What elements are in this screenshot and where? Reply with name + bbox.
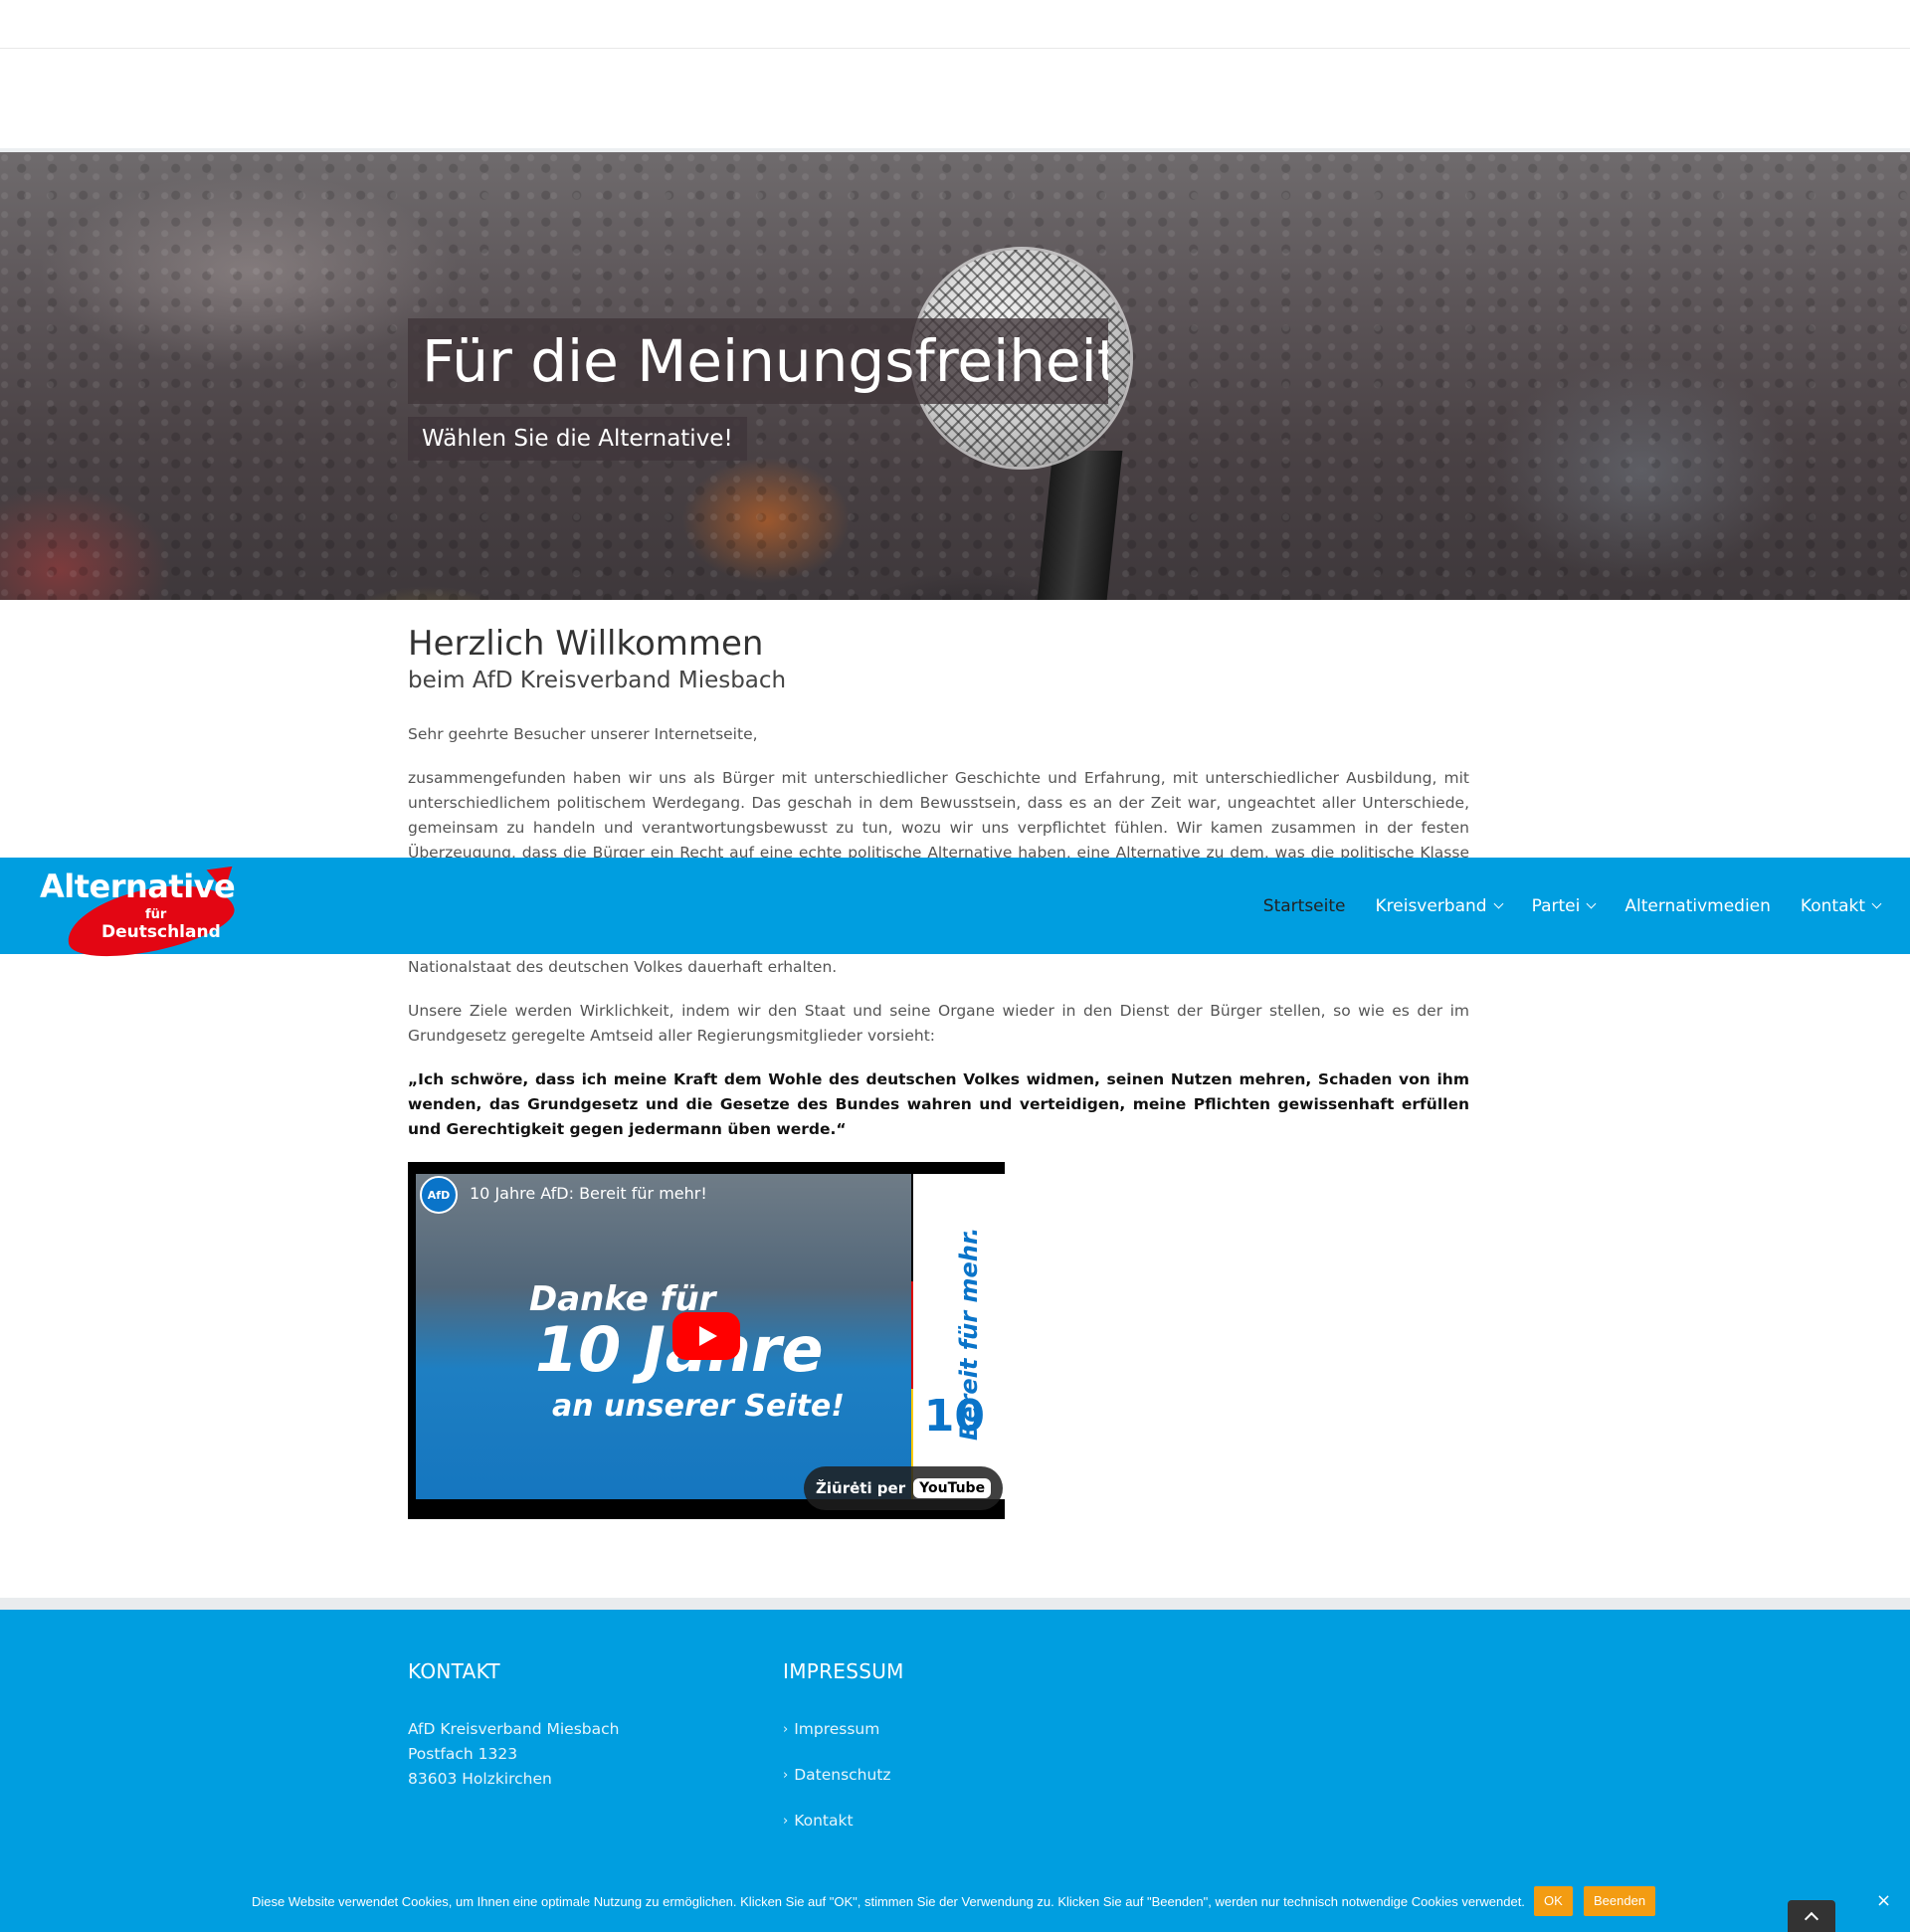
hero-subtitle: Wählen Sie die Alternative!: [408, 417, 747, 461]
paragraph-tail: Nationalstaat des deutschen Volkes dauer…: [408, 958, 838, 976]
chevron-down-icon: [1871, 898, 1882, 909]
share-button[interactable]: ➦ Bendrinti: [928, 1178, 983, 1216]
chevron-right-icon: ›: [783, 1768, 789, 1783]
chevron-right-icon: ›: [783, 1722, 789, 1737]
watch-on-label: Žiūrėti per: [816, 1479, 906, 1497]
main-menu: Startseite Kreisverband Partei Alternati…: [1263, 858, 1882, 954]
cookie-banner: Diese Website verwendet Cookies, um Ihne…: [0, 1870, 1910, 1932]
menu-item-kreisverband[interactable]: Kreisverband: [1375, 895, 1504, 916]
footer: KONTAKT AfD Kreisverband Miesbach Postfa…: [0, 1610, 1910, 1870]
footer-link-kontakt[interactable]: › Kontakt: [783, 1809, 904, 1834]
sticky-navbar: Alternative für Deutschland Startseite K…: [0, 856, 1910, 968]
top-bar: [0, 0, 1910, 49]
page-subheading: beim AfD Kreisverband Miesbach: [408, 668, 787, 693]
header-area: [0, 49, 1910, 152]
menu-label: Startseite: [1262, 895, 1346, 916]
close-icon[interactable]: ×: [1876, 1892, 1891, 1910]
share-label: Bendrinti: [928, 1202, 983, 1216]
thumbnail-text-line3: an unserer Seite!: [552, 1389, 845, 1424]
footer-separator: [0, 1598, 1910, 1610]
menu-item-alternativmedien[interactable]: Alternativmedien: [1624, 896, 1771, 916]
footer-link-impressum[interactable]: › Impressum: [783, 1717, 904, 1742]
video-title[interactable]: 10 Jahre AfD: Bereit für mehr!: [470, 1184, 707, 1203]
cookie-notice-text: Diese Website verwendet Cookies, um Ihne…: [252, 1894, 1525, 1909]
page-heading: Herzlich Willkommen: [408, 624, 764, 664]
footer-link-label: Kontakt: [794, 1812, 854, 1830]
footer-link-datenschutz[interactable]: › Datenschutz: [783, 1763, 904, 1788]
channel-avatar[interactable]: AfD: [420, 1176, 458, 1214]
hero-title: Für die Meinungsfreiheit.: [408, 318, 1108, 404]
menu-item-kontakt[interactable]: Kontakt: [1800, 895, 1882, 916]
logo-text-fuer: für: [145, 907, 167, 922]
goals-paragraph: Unsere Ziele werden Wirklichkeit, indem …: [408, 1002, 1469, 1045]
chevron-down-icon: [1586, 898, 1597, 909]
footer-kontakt: KONTAKT AfD Kreisverband Miesbach Postfa…: [408, 1659, 619, 1792]
logo-text-main: Alternative: [40, 868, 236, 905]
main-content-continued: Nationalstaat des deutschen Volkes dauer…: [408, 955, 1469, 1161]
footer-link-label: Impressum: [794, 1720, 880, 1738]
footer-impressum-heading: IMPRESSUM: [783, 1659, 904, 1683]
chevron-right-icon: ›: [783, 1814, 789, 1829]
footer-kontakt-heading: KONTAKT: [408, 1659, 500, 1683]
oath-quote: „Ich schwöre, dass ich meine Kraft dem W…: [408, 1070, 1469, 1138]
address-line: Postfach 1323: [408, 1745, 518, 1763]
watch-on-youtube-button[interactable]: Žiūrėti per YouTube: [804, 1466, 1004, 1510]
share-icon: ➦: [947, 1178, 964, 1202]
address-line: 83603 Holzkirchen: [408, 1770, 552, 1788]
youtube-logo: YouTube: [913, 1478, 992, 1498]
footer-impressum: IMPRESSUM › Impressum › Datenschutz › Ko…: [783, 1659, 904, 1854]
chevron-down-icon: [1493, 898, 1504, 909]
cookie-end-button[interactable]: Beenden: [1584, 1886, 1656, 1916]
logo-text-country: Deutschland: [101, 922, 221, 942]
greeting-text: Sehr geehrte Besucher unserer Internetse…: [408, 725, 758, 743]
menu-item-startseite[interactable]: Startseite: [1263, 896, 1346, 916]
menu-item-partei[interactable]: Partei: [1531, 895, 1597, 916]
afd-logo[interactable]: Alternative für Deutschland: [34, 856, 242, 968]
address-line: AfD Kreisverband Miesbach: [408, 1720, 620, 1738]
menu-label: Kreisverband: [1375, 895, 1487, 916]
hero-banner: Für die Meinungsfreiheit. Wählen Sie die…: [0, 152, 1910, 600]
youtube-video-embed[interactable]: Bereit für mehr. 10 AfD 10 Jahre AfD: Be…: [408, 1162, 1005, 1519]
menu-label: Partei: [1531, 895, 1581, 916]
scroll-to-top-button[interactable]: [1788, 1900, 1835, 1932]
footer-link-label: Datenschutz: [794, 1766, 891, 1784]
menu-label: Kontakt: [1800, 895, 1865, 916]
thumbnail-ten-years: 10: [923, 1391, 985, 1442]
play-button-icon[interactable]: [672, 1312, 740, 1360]
menu-label: Alternativmedien: [1624, 895, 1771, 916]
cookie-ok-button[interactable]: OK: [1534, 1886, 1573, 1916]
